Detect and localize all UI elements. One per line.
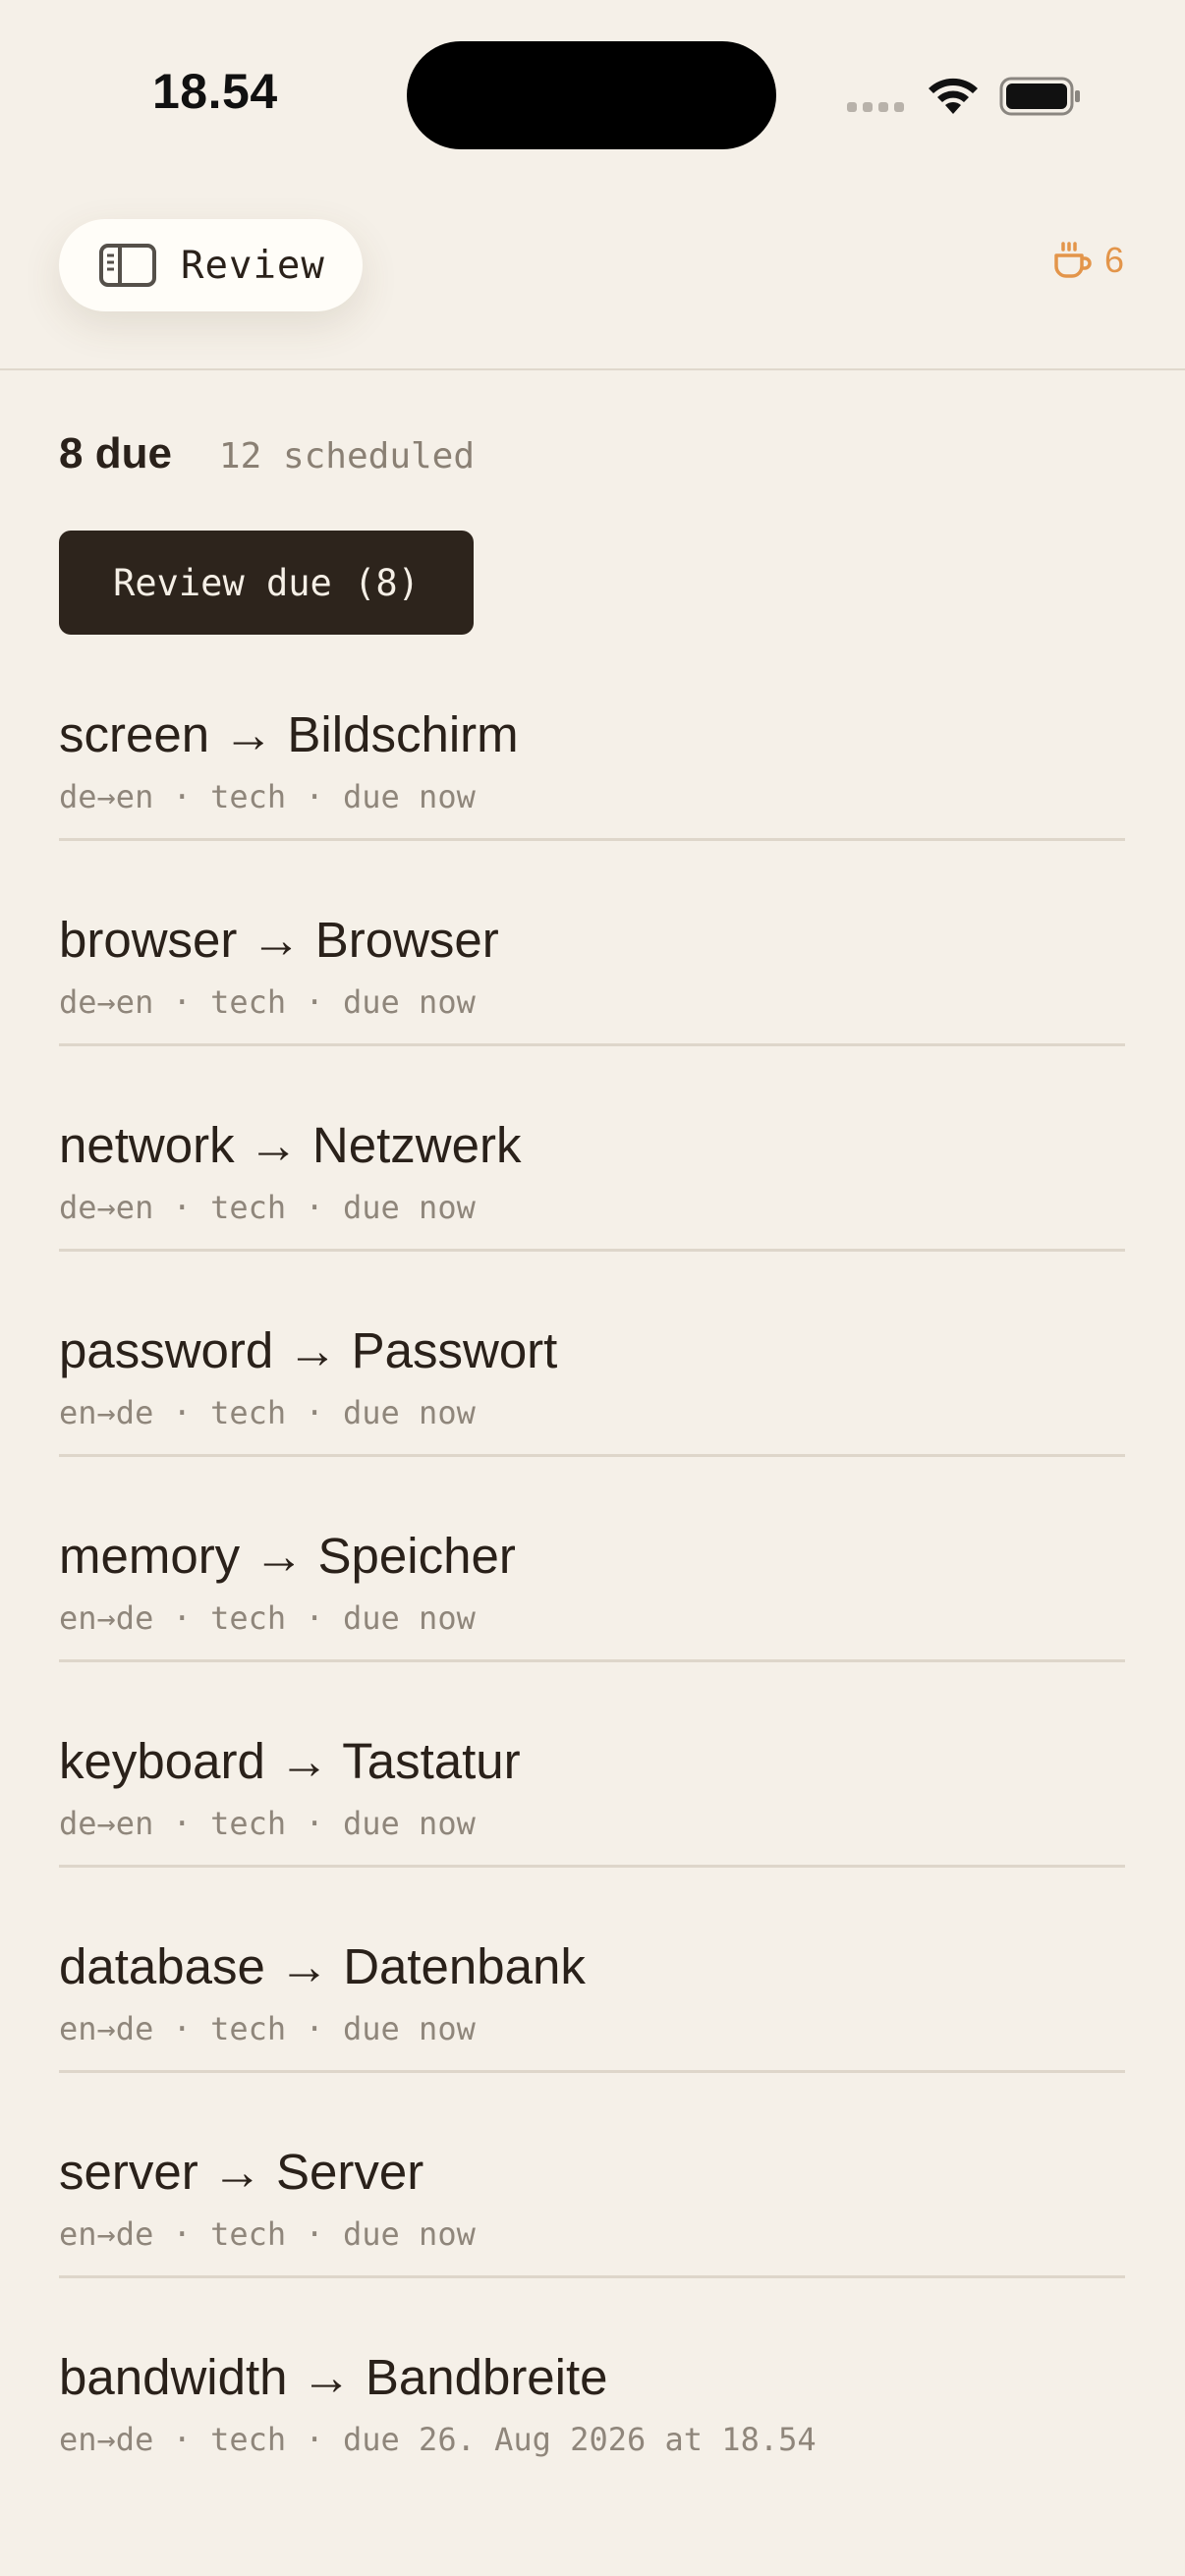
cellular-signal-icon <box>847 102 904 112</box>
card-meta: en→de · tech · due now <box>59 1394 476 1431</box>
battery-icon <box>999 77 1080 116</box>
card-term: network → Netzwerk <box>59 1117 522 1173</box>
scheduled-count: 12 scheduled <box>218 436 476 476</box>
dynamic-island <box>407 41 776 149</box>
list-item[interactable]: screen → Bildschirm de→en · tech · due n… <box>59 673 1125 878</box>
card-term: screen → Bildschirm <box>59 706 519 762</box>
header-divider <box>0 368 1185 370</box>
card-meta: de→en · tech · due now <box>59 778 476 815</box>
review-due-button[interactable]: Review due (8) <box>59 531 474 635</box>
due-count: 8 due <box>59 429 172 477</box>
coffee-cup-icon <box>1054 242 1092 278</box>
streak-indicator[interactable]: 6 <box>1051 240 1124 281</box>
list-item[interactable]: bandwidth → Bandbreite en→de · tech · du… <box>59 2316 1125 2521</box>
streak-count: 6 <box>1103 240 1124 280</box>
card-term: keyboard → Tastatur <box>59 1733 521 1789</box>
card-meta: en→de · tech · due now <box>59 2215 476 2253</box>
card-term: browser → Browser <box>59 912 499 968</box>
card-term: memory → Speicher <box>59 1528 516 1584</box>
page-title: Review <box>181 243 325 288</box>
list-item[interactable]: password → Passwort en→de · tech · due n… <box>59 1289 1125 1494</box>
list-item[interactable]: browser → Browser de→en · tech · due now <box>59 878 1125 1084</box>
card-meta: en→de · tech · due now <box>59 2010 476 2047</box>
review-summary: 8 due 12 scheduled <box>59 429 475 478</box>
card-term: database → Datenbank <box>59 1938 586 1994</box>
card-term: server → Server <box>59 2144 424 2200</box>
card-meta: en→de · tech · due 26. Aug 2026 at 18.54 <box>59 2421 817 2458</box>
card-meta: de→en · tech · due now <box>59 1189 476 1226</box>
card-meta: de→en · tech · due now <box>59 983 476 1021</box>
wifi-icon <box>929 78 978 114</box>
sidebar-icon <box>99 244 156 287</box>
card-list: screen → Bildschirm de→en · tech · due n… <box>59 673 1125 2521</box>
list-item[interactable]: network → Netzwerk de→en · tech · due no… <box>59 1084 1125 1289</box>
list-item[interactable]: memory → Speicher en→de · tech · due now <box>59 1494 1125 1700</box>
card-term: password → Passwort <box>59 1322 558 1378</box>
card-meta: en→de · tech · due now <box>59 1599 476 1637</box>
card-meta: de→en · tech · due now <box>59 1805 476 1842</box>
list-item[interactable]: keyboard → Tastatur de→en · tech · due n… <box>59 1700 1125 1905</box>
list-item[interactable]: server → Server en→de · tech · due now <box>59 2110 1125 2316</box>
list-item[interactable]: database → Datenbank en→de · tech · due … <box>59 1905 1125 2110</box>
card-term: bandwidth → Bandbreite <box>59 2349 608 2405</box>
status-bar-time: 18.54 <box>152 64 278 119</box>
sidebar-toggle-button[interactable]: Review <box>59 219 363 311</box>
